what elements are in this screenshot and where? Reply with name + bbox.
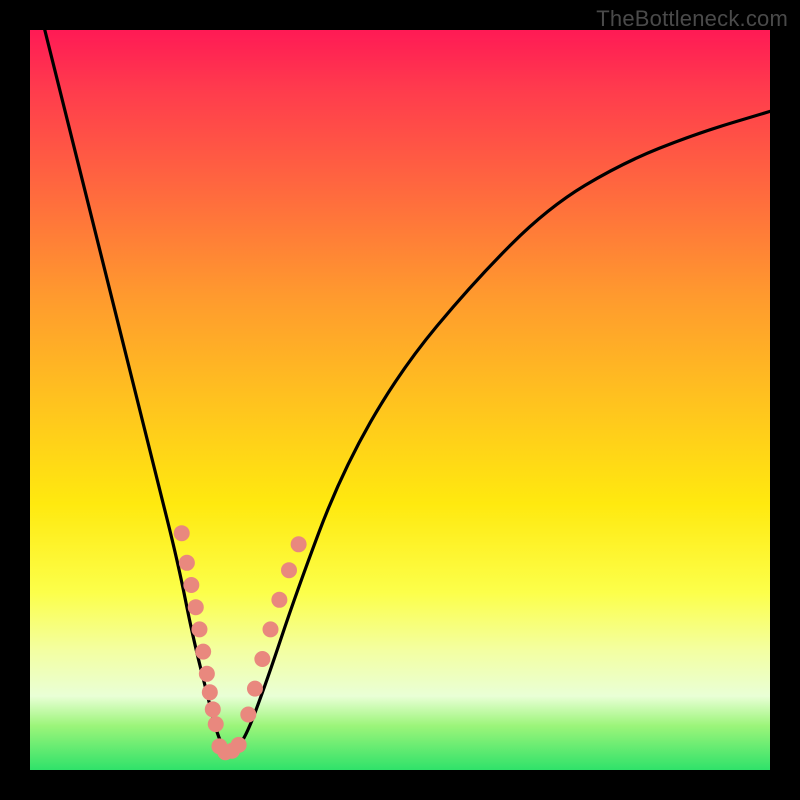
curve-marker xyxy=(231,737,247,753)
curve-marker xyxy=(271,592,287,608)
chart-frame: TheBottleneck.com xyxy=(0,0,800,800)
curve-marker xyxy=(179,555,195,571)
curve-marker xyxy=(199,666,215,682)
bottleneck-curve xyxy=(45,30,770,752)
curve-svg xyxy=(30,30,770,770)
watermark-text: TheBottleneck.com xyxy=(596,6,788,32)
curve-marker xyxy=(247,681,263,697)
curve-marker xyxy=(188,599,204,615)
curve-marker xyxy=(254,651,270,667)
curve-marker xyxy=(281,562,297,578)
curve-marker xyxy=(205,701,221,717)
plot-area xyxy=(30,30,770,770)
curve-marker xyxy=(240,707,256,723)
curve-marker xyxy=(191,621,207,637)
curve-marker xyxy=(183,577,199,593)
curve-marker xyxy=(263,621,279,637)
curve-marker xyxy=(291,536,307,552)
curve-marker xyxy=(174,525,190,541)
curve-marker xyxy=(202,684,218,700)
curve-marker xyxy=(208,716,224,732)
curve-marker xyxy=(195,644,211,660)
